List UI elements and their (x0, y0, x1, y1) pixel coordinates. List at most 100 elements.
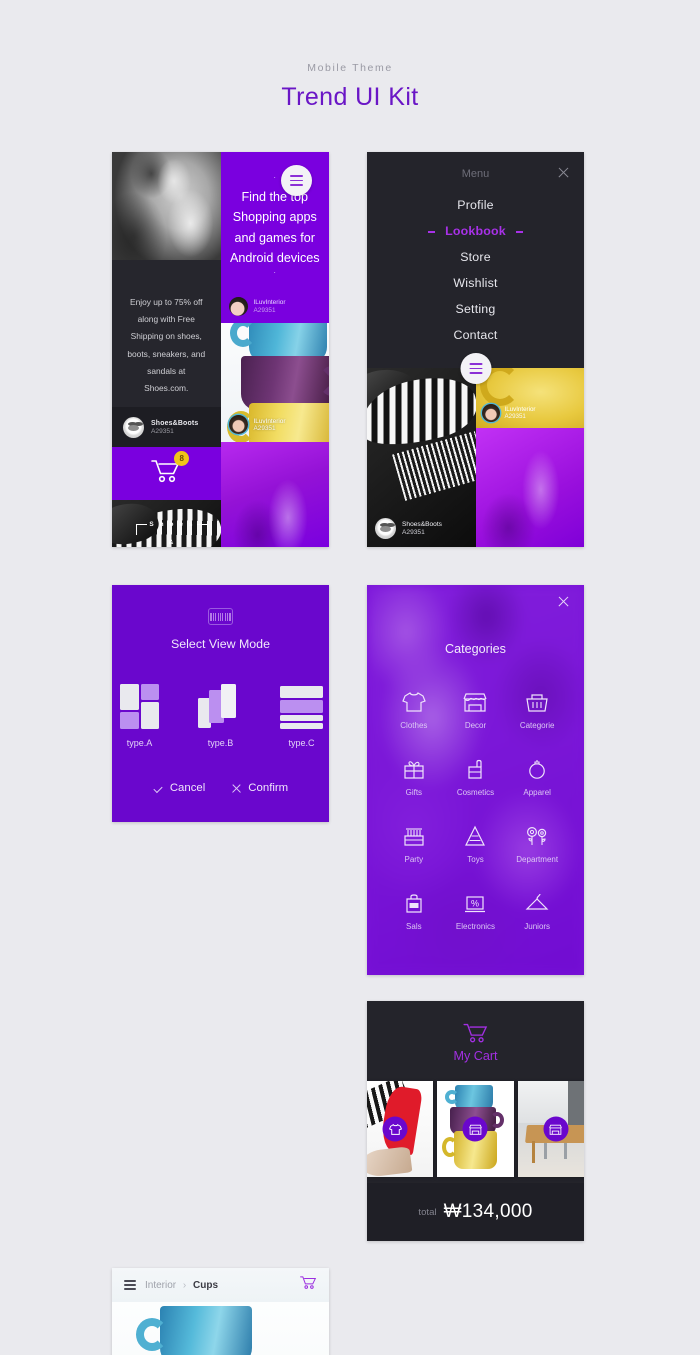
menu-right-column: ILuvInterior A29351 (475, 368, 584, 547)
tshirt-icon (383, 689, 445, 715)
feed-promo-text: Enjoy up to 75% off along with Free Ship… (127, 297, 206, 394)
feed-mug-photo: ILuvInterior A29351 (220, 323, 329, 442)
hamburger-icon[interactable] (124, 1280, 136, 1290)
product-photo (112, 1302, 329, 1355)
feed-user-mug[interactable]: ILuvInterior A29351 (228, 415, 285, 434)
feed-user-shoes[interactable]: Shoes&Boots A29351 (112, 407, 221, 448)
view-mode-title: Select View Mode (171, 637, 270, 651)
cart-item-mug[interactable] (437, 1081, 514, 1177)
option-label: type.B (207, 738, 234, 748)
cart-icon (462, 1023, 487, 1042)
menu-item-store[interactable]: Store (367, 244, 584, 270)
category-sals[interactable]: Sals (383, 890, 445, 931)
party-hat-icon (445, 823, 507, 849)
screen-my-cart: My Cart total ₩134,000 (367, 1001, 584, 1241)
menu-top: Menu Profile Lookbook Store Wishlist Set… (367, 152, 584, 368)
category-decor[interactable]: Decor (445, 689, 507, 730)
flowers-icon (506, 823, 568, 849)
screen-product: Interior › Cups (112, 1268, 329, 1355)
cart-count-badge: 8 (174, 451, 190, 467)
category-apparel[interactable]: Apparel (506, 756, 568, 797)
mockup-row-1: S h o e s & B o o t s Enjoy up to 75% of… (112, 152, 588, 547)
category-juniors[interactable]: Juniors (506, 890, 568, 931)
avatar (375, 518, 396, 539)
cancel-label: Cancel (169, 782, 206, 794)
feed-cart-bar[interactable]: 8 (112, 447, 221, 501)
category-toys[interactable]: Toys (445, 823, 507, 864)
user-name: Shoes&Boots (402, 521, 442, 528)
breadcrumb[interactable]: Interior › Cups (145, 1280, 218, 1291)
menu-item-profile[interactable]: Profile (367, 192, 584, 218)
hamburger-icon[interactable] (460, 353, 491, 384)
category-label: Department (516, 855, 559, 864)
store-icon (462, 1116, 488, 1142)
menu-list: Profile Lookbook Store Wishlist Setting … (367, 192, 584, 348)
store-icon (445, 689, 507, 715)
feed-hero-copy: Find the top Shopping apps and games for… (229, 190, 320, 266)
cart-item-shoes[interactable] (367, 1081, 434, 1177)
cart-total: total ₩134,000 (367, 1183, 584, 1241)
view-mode-option-c[interactable]: type.C (278, 684, 326, 748)
category-label: Clothes (400, 721, 428, 730)
close-icon[interactable] (557, 166, 570, 179)
menu-item-contact[interactable]: Contact (367, 322, 584, 348)
mockup-row-2: Select View Mode type.A type.B type.C Ca… (112, 585, 588, 1241)
category-gifts[interactable]: Gifts (383, 756, 445, 797)
hamburger-icon[interactable] (281, 165, 312, 196)
close-icon (231, 783, 242, 794)
screen-feed: S h o e s & B o o t s Enjoy up to 75% of… (112, 152, 329, 547)
menu-title: Menu (461, 168, 490, 180)
menu-item-setting[interactable]: Setting (367, 296, 584, 322)
cart-title: My Cart (453, 1048, 498, 1063)
category-department[interactable]: Department (506, 823, 568, 864)
avatar (228, 415, 248, 434)
menu-user-shoes[interactable]: Shoes&Boots A29351 (375, 518, 442, 539)
category-clothes[interactable]: Clothes (383, 689, 445, 730)
user-name: ILuvInterior (504, 406, 536, 413)
cart-icon[interactable] (300, 1275, 317, 1295)
category-label: Apparel (523, 788, 551, 797)
cancel-button[interactable]: Cancel (153, 782, 205, 794)
user-name: ILuvInterior (253, 299, 286, 306)
feed-user-interior[interactable]: ILuvInterior A29351 (228, 297, 286, 316)
gift-icon (383, 756, 445, 782)
option-label: type.C (288, 738, 315, 748)
menu-photo-strip: Shoes&Boots A29351 ILuvInterior A29351 (367, 368, 584, 547)
category-categorie[interactable]: Categorie (506, 689, 568, 730)
menu-item-wishlist[interactable]: Wishlist (367, 270, 584, 296)
feed-promo-block: S h o e s & B o o t s Enjoy up to 75% of… (112, 260, 221, 546)
category-party[interactable]: Party (383, 823, 445, 864)
user-handle: A29351 (402, 529, 425, 536)
category-cosmetics[interactable]: Cosmetics (445, 756, 507, 797)
category-label: Juniors (524, 922, 551, 931)
view-mode-options: type.A type.B type.C (112, 684, 329, 748)
menu-item-lookbook[interactable]: Lookbook (367, 218, 584, 244)
category-label: Party (404, 855, 424, 864)
close-icon[interactable] (557, 595, 570, 608)
mockup-grid: S h o e s & B o o t s Enjoy up to 75% of… (112, 152, 588, 1355)
user-handle: A29351 (504, 413, 526, 420)
cart-item-table[interactable] (517, 1081, 584, 1177)
view-mode-option-a[interactable]: type.A (116, 684, 164, 748)
categories-title: Categories (445, 642, 506, 656)
layout-c-icon (278, 684, 326, 729)
category-label: Toys (467, 855, 484, 864)
category-electronics[interactable]: % Electronics (445, 890, 507, 931)
view-mode-option-b[interactable]: type.B (197, 684, 245, 748)
menu-user-interior[interactable]: ILuvInterior A29351 (481, 404, 536, 422)
category-label: Gifts (405, 788, 423, 797)
basket-icon (506, 689, 568, 715)
poster-title: Trend UI Kit (281, 83, 419, 111)
sale-bag-icon (383, 890, 445, 916)
feed-purple-photo (220, 442, 329, 547)
view-mode-actions: Cancel Confirm (112, 782, 329, 794)
hanger-icon (506, 890, 568, 916)
breadcrumb-parent[interactable]: Interior (145, 1280, 176, 1291)
user-handle: A29351 (253, 307, 276, 314)
mug-purple (240, 356, 329, 410)
barcode-icon (208, 608, 233, 625)
total-label: total (418, 1206, 437, 1218)
brand-logo-line2: & (168, 539, 176, 546)
avatar (228, 297, 248, 316)
confirm-button[interactable]: Confirm (231, 782, 288, 794)
